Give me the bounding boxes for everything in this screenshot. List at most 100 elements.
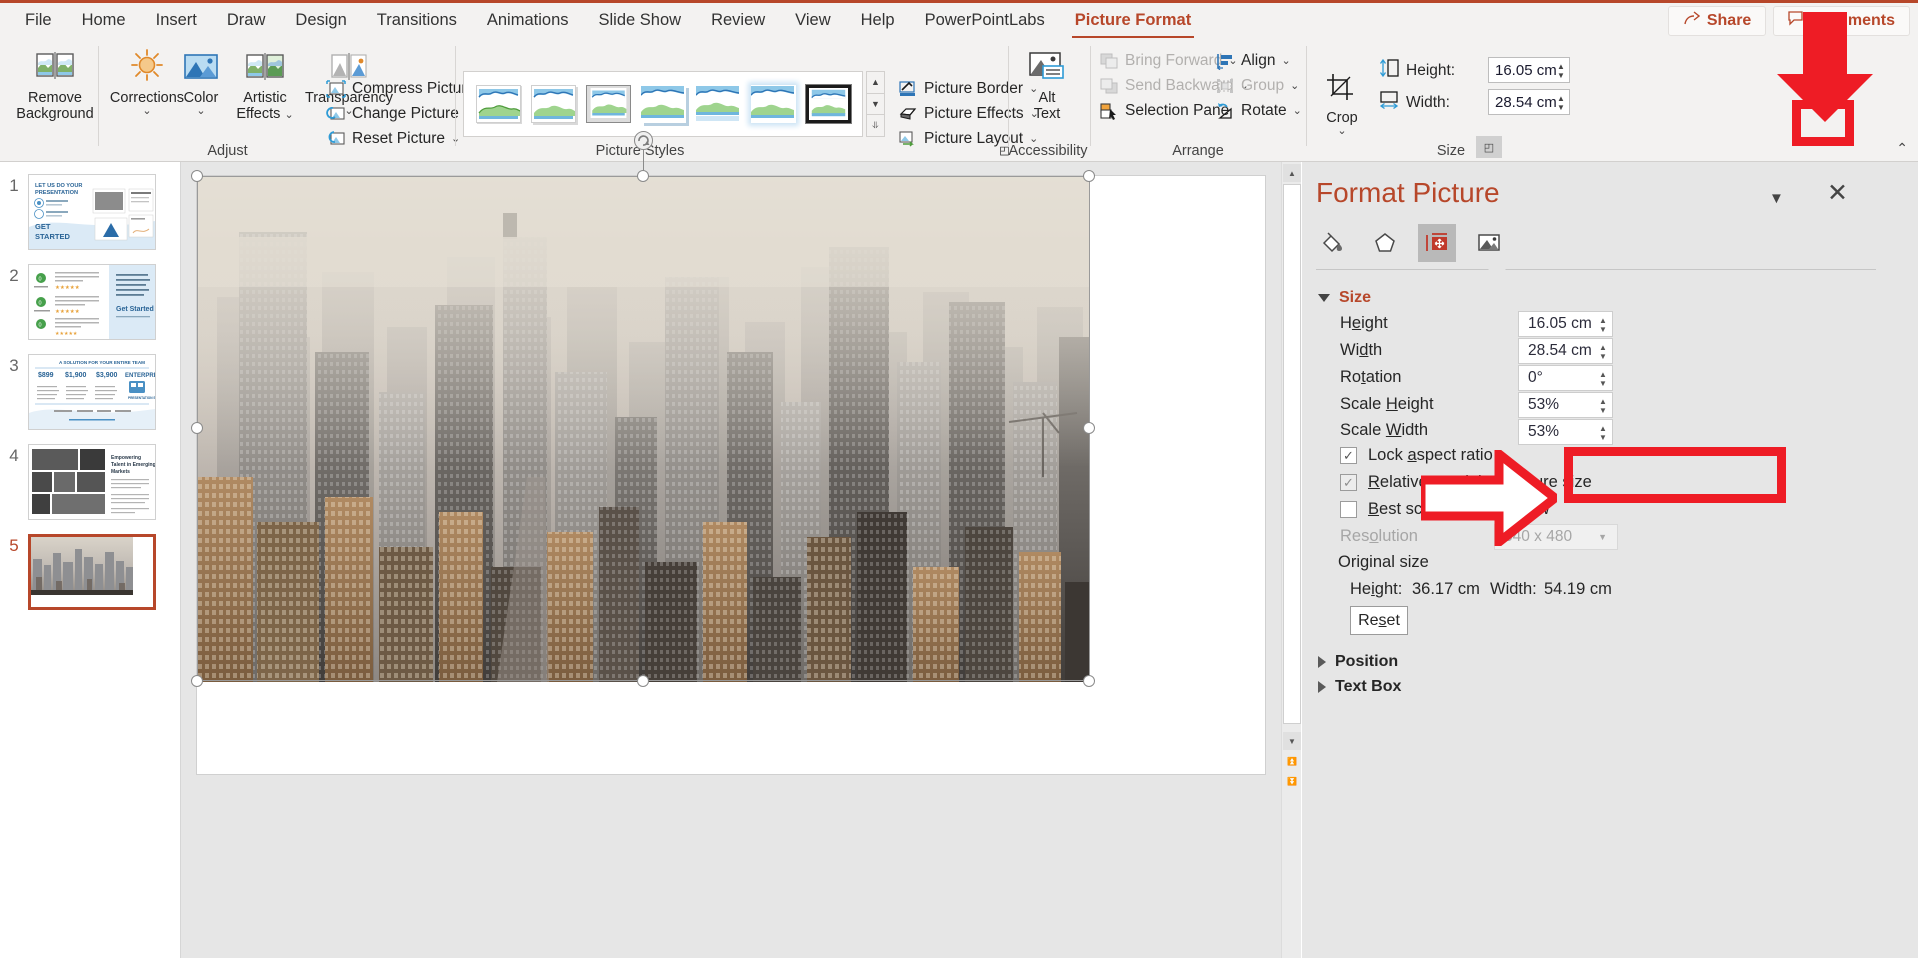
- collapse-ribbon-icon[interactable]: ⌃: [1896, 140, 1908, 157]
- change-picture-button[interactable]: Change Picture ⌄: [325, 101, 474, 127]
- group-button[interactable]: Group ⌄: [1214, 73, 1299, 99]
- panel-options-chevron-icon[interactable]: ▼: [1769, 190, 1784, 207]
- tab-slide-show[interactable]: Slide Show: [584, 2, 697, 40]
- slide-edit-area[interactable]: [181, 131, 1281, 958]
- scale-height-field-spinner[interactable]: ▲ ▼: [1596, 394, 1610, 417]
- picture-style-3[interactable]: [586, 85, 631, 123]
- best-scale-for-slide-show-checkbox[interactable]: Best scale for slide show: [1340, 500, 1550, 519]
- slide-thumbnail-1[interactable]: 1 LET US DO YOUR PRESENTATION GET STARTE…: [0, 174, 181, 250]
- chevron-down-icon[interactable]: ⌄: [1290, 80, 1299, 92]
- scroll-down-icon[interactable]: ▼: [1283, 732, 1301, 750]
- chevron-down-icon[interactable]: ⌄: [196, 106, 205, 117]
- tab-view[interactable]: View: [780, 2, 845, 40]
- scale-height-field-input[interactable]: 53% ▲ ▼: [1518, 392, 1613, 418]
- crop-button[interactable]: Crop ⌄: [1314, 64, 1370, 137]
- tab-transitions[interactable]: Transitions: [362, 2, 472, 40]
- picture-style-2[interactable]: [531, 85, 576, 123]
- height-field-input[interactable]: 16.05 cm ▲ ▼: [1518, 311, 1613, 337]
- slide-canvas[interactable]: [191, 131, 1266, 775]
- chevron-down-icon[interactable]: ⌄: [1293, 105, 1302, 117]
- slide-preview[interactable]: Empowering Talent in Emerging Markets: [28, 444, 156, 520]
- resize-handle-top-right[interactable]: [1083, 170, 1095, 182]
- format-picture-panel[interactable]: Format Picture ▼ ✕ Size Height 16.05 cm …: [1302, 162, 1918, 958]
- resize-handle-bottom-right[interactable]: [1083, 675, 1095, 687]
- resize-handle-top-center[interactable]: [637, 170, 649, 182]
- reset-button[interactable]: Reset: [1350, 606, 1408, 635]
- width-field-input[interactable]: 28.54 cm ▲ ▼: [1518, 338, 1613, 364]
- resize-handle-bottom-center[interactable]: [637, 675, 649, 687]
- width-field-spinner[interactable]: ▲ ▼: [1596, 340, 1610, 363]
- tab-insert[interactable]: Insert: [141, 2, 212, 40]
- slide-preview-selected[interactable]: [28, 534, 156, 610]
- color-button[interactable]: Color ⌄: [170, 44, 232, 117]
- checkbox-checked-icon[interactable]: ✓: [1340, 474, 1357, 491]
- resize-handle-top-left[interactable]: [191, 170, 203, 182]
- slide-preview[interactable]: LET US DO YOUR PRESENTATION GET STARTED: [28, 174, 156, 250]
- picture-style-1[interactable]: [476, 85, 521, 123]
- slide-thumbnail-3[interactable]: 3 A SOLUTION FOR YOUR ENTIRE TEAM $899 $…: [0, 354, 181, 430]
- resize-handle-bottom-left[interactable]: [191, 675, 203, 687]
- tab-file[interactable]: File: [10, 2, 67, 40]
- text-box-section-header[interactable]: Text Box: [1318, 678, 1401, 696]
- lock-aspect-ratio-checkbox[interactable]: ✓ Lock aspect ratio: [1340, 446, 1493, 465]
- rotate-handle[interactable]: [634, 131, 653, 150]
- tab-animations[interactable]: Animations: [472, 2, 584, 40]
- remove-background-button[interactable]: Remove Background: [12, 44, 98, 122]
- next-slide-icon[interactable]: ⏬: [1283, 772, 1301, 790]
- rotation-field-spinner[interactable]: ▲ ▼: [1596, 367, 1610, 390]
- selected-picture[interactable]: [197, 177, 1090, 682]
- slide-preview[interactable]: 0 ★★★★★ 0 ★★★★★ 0 ★★★★★ Get Started: [28, 264, 156, 340]
- chevron-down-icon[interactable]: ⌄: [142, 106, 151, 117]
- scale-width-field-input[interactable]: 53% ▲ ▼: [1518, 419, 1613, 445]
- gallery-scroll-down-icon[interactable]: ▼: [867, 94, 884, 116]
- ribbon-height-input[interactable]: 16.05 cm ▲ ▼: [1488, 57, 1570, 83]
- rotation-field-input[interactable]: 0° ▲ ▼: [1518, 365, 1613, 391]
- gallery-scroll-up-icon[interactable]: ▲: [867, 72, 884, 94]
- size-dialog-launcher[interactable]: ◰: [1476, 136, 1502, 158]
- tab-draw[interactable]: Draw: [212, 2, 281, 40]
- tab-review[interactable]: Review: [696, 2, 780, 40]
- size-and-properties-tab[interactable]: [1418, 224, 1456, 262]
- accessibility-dialog-launcher[interactable]: ◰: [996, 142, 1013, 159]
- tab-help[interactable]: Help: [846, 2, 910, 40]
- chevron-down-icon[interactable]: ⌄: [284, 109, 293, 121]
- scrollbar-thumb[interactable]: [1283, 184, 1301, 724]
- picture-style-5[interactable]: [696, 85, 741, 123]
- share-button[interactable]: Share: [1667, 6, 1767, 36]
- comments-button[interactable]: Comments: [1773, 6, 1910, 36]
- chevron-down-icon[interactable]: ▼: [1598, 532, 1607, 542]
- height-spinner[interactable]: ▲ ▼: [1554, 59, 1568, 83]
- picture-style-4[interactable]: [641, 85, 686, 123]
- tab-picture-format[interactable]: Picture Format: [1060, 2, 1206, 40]
- slide-preview[interactable]: A SOLUTION FOR YOUR ENTIRE TEAM $899 $1,…: [28, 354, 156, 430]
- chevron-down-icon[interactable]: ⌄: [1337, 126, 1346, 137]
- relative-to-original-picture-size-checkbox[interactable]: ✓ Relative to original picture size: [1340, 473, 1592, 492]
- picture-style-7-selected[interactable]: [805, 84, 852, 124]
- picture-tab[interactable]: [1470, 224, 1508, 262]
- tab-design[interactable]: Design: [280, 2, 361, 40]
- resize-handle-middle-right[interactable]: [1083, 422, 1095, 434]
- scroll-up-icon[interactable]: ▲: [1283, 164, 1301, 182]
- resize-handle-middle-left[interactable]: [191, 422, 203, 434]
- scale-width-field-spinner[interactable]: ▲ ▼: [1596, 421, 1610, 444]
- width-spinner[interactable]: ▲ ▼: [1554, 91, 1568, 115]
- checkbox-unchecked-icon[interactable]: [1340, 501, 1357, 518]
- fill-and-line-tab[interactable]: [1314, 224, 1352, 262]
- panel-close-icon[interactable]: ✕: [1827, 181, 1848, 206]
- effects-tab[interactable]: [1366, 224, 1404, 262]
- rotate-button[interactable]: Rotate ⌄: [1214, 98, 1302, 124]
- artistic-effects-button[interactable]: Artistic Effects ⌄: [228, 44, 302, 122]
- checkbox-checked-icon[interactable]: ✓: [1340, 447, 1357, 464]
- previous-slide-icon[interactable]: ⏫: [1283, 752, 1301, 770]
- size-section-header[interactable]: Size: [1318, 289, 1371, 307]
- align-button[interactable]: Align ⌄: [1214, 48, 1291, 74]
- chevron-down-icon[interactable]: ⌄: [1281, 55, 1290, 67]
- tab-home[interactable]: Home: [67, 2, 141, 40]
- slide-thumbnail-5[interactable]: 5: [0, 534, 181, 610]
- slide-vertical-scrollbar[interactable]: ▲ ▼ ⏫ ⏬: [1281, 162, 1301, 958]
- picture-style-6[interactable]: [751, 85, 796, 123]
- position-section-header[interactable]: Position: [1318, 653, 1398, 671]
- resolution-dropdown[interactable]: 640 x 480 ▼: [1494, 524, 1618, 550]
- tab-powerpointlabs[interactable]: PowerPointLabs: [910, 2, 1060, 40]
- gallery-more-icon[interactable]: ⥥: [867, 115, 884, 136]
